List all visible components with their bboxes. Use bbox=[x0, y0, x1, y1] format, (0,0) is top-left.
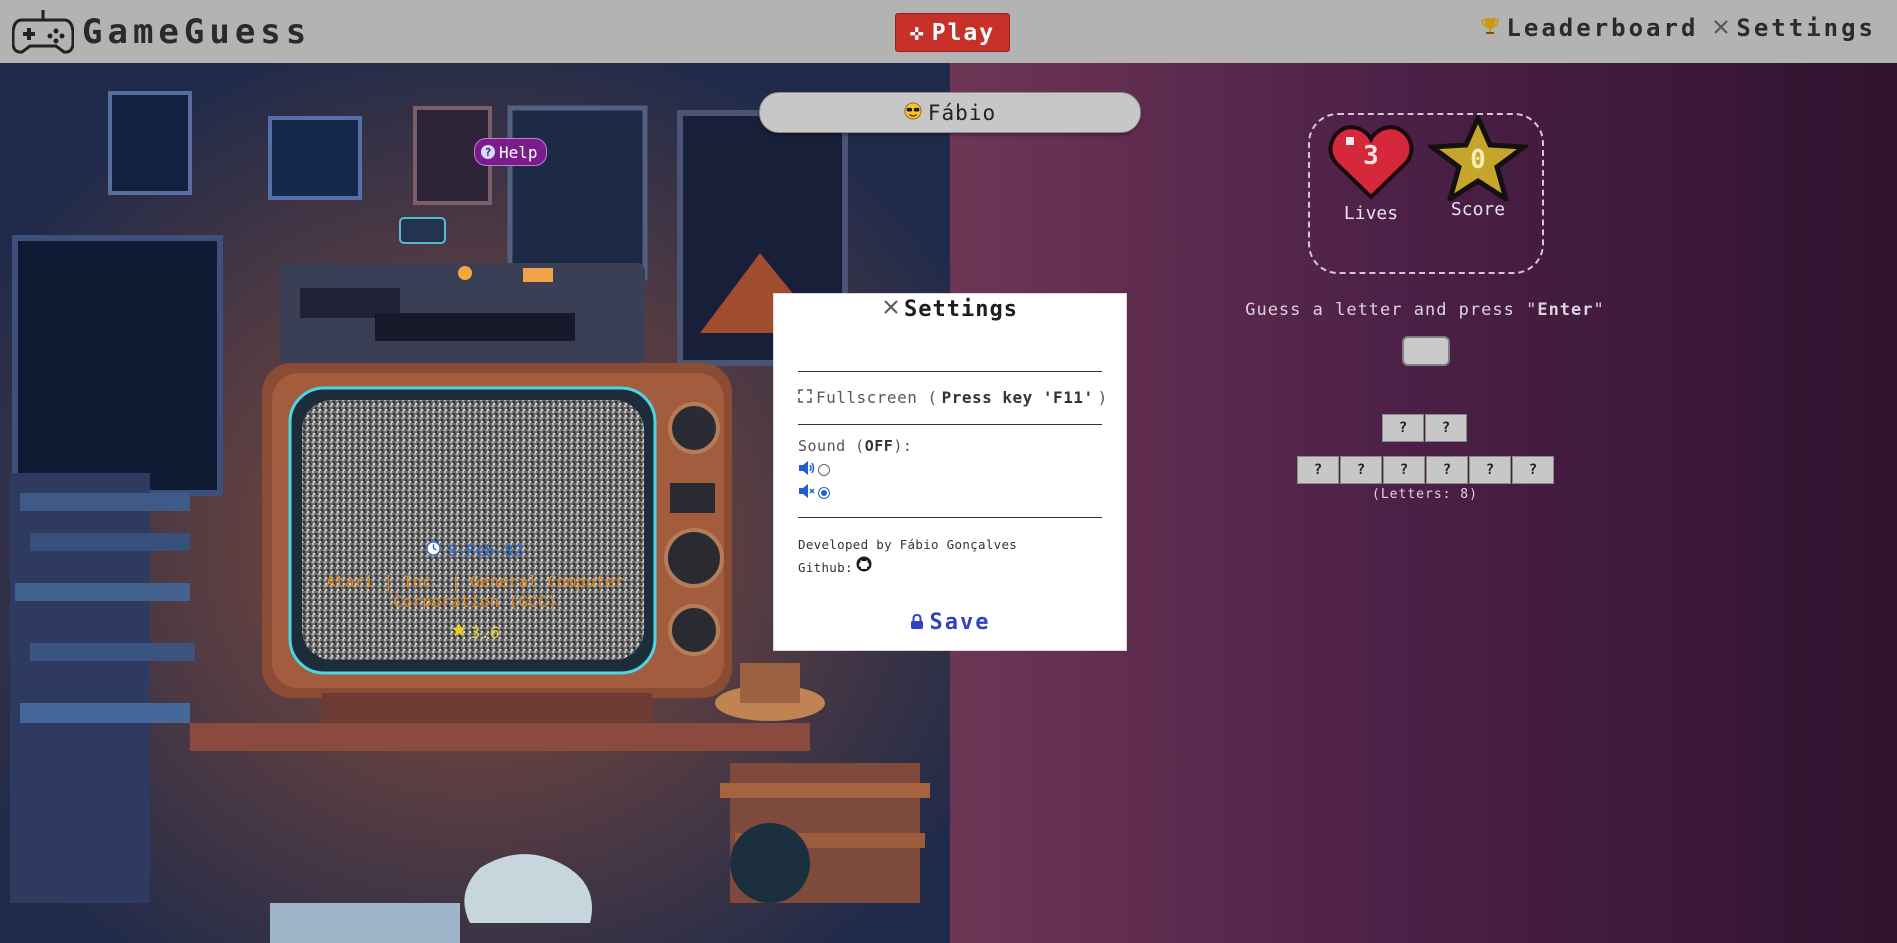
star-score-icon bbox=[1424, 111, 1532, 206]
word-row-1: ? ? bbox=[1382, 414, 1467, 442]
play-button-label: Play bbox=[931, 19, 996, 46]
letter-tile: ? bbox=[1383, 456, 1425, 484]
release-date-text: 3-Feb-82 bbox=[446, 541, 524, 560]
letters-count: (Letters: 8) bbox=[1372, 487, 1478, 502]
game-info-card: 3-Feb-82 Atari | Inc. | General Computer… bbox=[320, 541, 630, 642]
letter-tile: ? bbox=[1425, 414, 1467, 442]
settings-label: Settings bbox=[1736, 14, 1876, 42]
help-button[interactable]: ? Help bbox=[474, 138, 547, 166]
fullscreen-option[interactable]: Fullscreen (Press key 'F11') bbox=[798, 388, 1108, 407]
sound-label-close: ): bbox=[893, 437, 913, 455]
leaderboard-label: Leaderboard bbox=[1506, 14, 1699, 42]
tools-icon bbox=[882, 297, 900, 322]
settings-link[interactable]: Settings bbox=[1712, 14, 1876, 42]
expand-icon bbox=[798, 388, 812, 407]
letter-tile: ? bbox=[1426, 456, 1468, 484]
sound-on-option[interactable] bbox=[798, 460, 830, 480]
sound-label-text: Sound ( bbox=[798, 437, 865, 455]
divider bbox=[798, 424, 1102, 425]
github-label: Github: bbox=[798, 560, 853, 575]
letter-tile: ? bbox=[1382, 414, 1424, 442]
score-value: 0 bbox=[1470, 145, 1486, 175]
speaker-on-icon bbox=[798, 460, 816, 480]
guess-prompt-quote: " bbox=[1593, 300, 1605, 320]
rating: 3.6 bbox=[320, 622, 630, 642]
player-name: Fábio bbox=[927, 100, 997, 125]
top-nav-links: Leaderboard Settings bbox=[1480, 14, 1876, 42]
credits: Developed by Fábio Gonçalves Github: bbox=[798, 533, 1017, 579]
save-label: Save bbox=[929, 610, 991, 635]
modal-title-text: Settings bbox=[904, 297, 1018, 322]
release-date: 3-Feb-82 bbox=[320, 541, 630, 560]
rating-value: 3.6 bbox=[470, 622, 500, 642]
trophy-icon bbox=[1480, 14, 1500, 42]
heart-icon bbox=[1328, 125, 1414, 206]
tools-icon bbox=[1712, 14, 1730, 42]
star-icon bbox=[451, 622, 467, 642]
developer-credit: Developed by Fábio Gonçalves bbox=[798, 537, 1018, 552]
letter-tile: ? bbox=[1340, 456, 1382, 484]
letter-tile: ? bbox=[1297, 456, 1339, 484]
sound-off-option[interactable] bbox=[798, 483, 830, 503]
sunglasses-face-icon bbox=[904, 101, 922, 125]
modal-title: Settings bbox=[774, 297, 1126, 322]
play-button[interactable]: ✜ Play bbox=[895, 13, 1010, 52]
lives-value: 3 bbox=[1363, 141, 1379, 171]
sound-state: OFF bbox=[864, 437, 894, 455]
score-stat: 0 Score bbox=[1424, 111, 1532, 220]
word-row-2: ? ? ? ? ? ? bbox=[1297, 456, 1554, 484]
divider bbox=[798, 517, 1102, 518]
enter-key-label: Enter bbox=[1537, 300, 1594, 320]
question-icon: ? bbox=[481, 145, 495, 159]
save-button[interactable]: Save bbox=[774, 610, 1126, 635]
lives-label: Lives bbox=[1343, 203, 1399, 224]
help-label: Help bbox=[499, 142, 538, 162]
app-title: GameGuess bbox=[82, 12, 312, 52]
lock-icon bbox=[910, 610, 924, 635]
player-name-bar[interactable]: Fábio bbox=[759, 92, 1141, 133]
stats-box: 3 Lives 0 Score bbox=[1308, 111, 1544, 274]
sound-on-radio[interactable] bbox=[818, 464, 830, 476]
guess-prompt: Guess a letter and press "Enter" bbox=[1180, 300, 1670, 320]
top-navigation-bar: GameGuess ✜ Play Leaderboard Settings bbox=[0, 0, 1897, 64]
speaker-mute-icon bbox=[798, 483, 816, 503]
github-icon[interactable] bbox=[856, 556, 872, 579]
clock-icon bbox=[426, 541, 442, 560]
github-row: Github: bbox=[798, 556, 1017, 579]
divider bbox=[798, 371, 1102, 372]
letter-tile: ? bbox=[1469, 456, 1511, 484]
fullscreen-close: ) bbox=[1097, 388, 1108, 407]
brand[interactable]: GameGuess bbox=[12, 10, 311, 54]
fullscreen-label: Fullscreen ( bbox=[816, 388, 938, 407]
lives-stat: 3 Lives bbox=[1328, 121, 1414, 224]
letter-input[interactable] bbox=[1402, 336, 1450, 366]
sound-label: Sound (OFF): bbox=[798, 437, 912, 455]
settings-modal: Settings Fullscreen (Press key 'F11') So… bbox=[773, 293, 1127, 651]
plus-icon: ✜ bbox=[909, 19, 926, 46]
leaderboard-link[interactable]: Leaderboard bbox=[1480, 14, 1698, 42]
gamepad-icon bbox=[12, 10, 74, 54]
letter-tile: ? bbox=[1512, 456, 1554, 484]
publisher-text: Atari | Inc. | General Computer Corporat… bbox=[325, 572, 625, 611]
sound-off-radio[interactable] bbox=[818, 487, 830, 499]
fullscreen-hint: Press key 'F11' bbox=[941, 388, 1094, 407]
guess-prompt-text: Guess a letter and press " bbox=[1245, 300, 1538, 320]
